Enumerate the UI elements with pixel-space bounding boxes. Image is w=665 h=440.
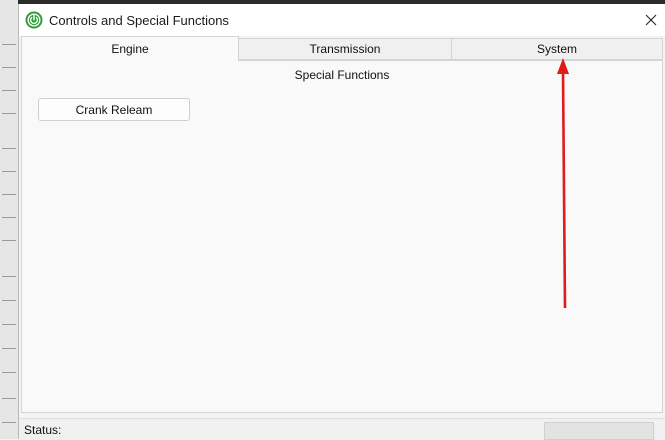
tab-transmission[interactable]: Transmission	[238, 38, 452, 60]
power-icon	[25, 11, 43, 29]
background-tick	[2, 240, 16, 241]
crank-release-button[interactable]: Crank Releam	[38, 98, 190, 121]
controls-window: Controls and Special Functions Engine Tr…	[18, 4, 665, 440]
tab-label: System	[536, 42, 577, 56]
close-icon	[645, 14, 657, 26]
background-app-strip	[0, 0, 19, 439]
tab-bar: Engine Transmission System	[21, 36, 663, 61]
tab-engine[interactable]: Engine	[21, 36, 239, 61]
background-tick	[2, 276, 16, 277]
panel-title: Special Functions	[294, 68, 390, 82]
tab-label: Transmission	[309, 42, 381, 56]
window-title: Controls and Special Functions	[49, 13, 229, 28]
background-tick	[2, 148, 16, 149]
background-tick	[2, 194, 16, 195]
background-tick	[2, 348, 16, 349]
status-bar: Status:	[19, 418, 665, 440]
background-tick	[2, 300, 16, 301]
tab-system[interactable]: System	[451, 38, 663, 60]
background-tick	[2, 372, 16, 373]
status-field	[544, 422, 654, 440]
background-tick	[2, 324, 16, 325]
tab-label: Engine	[111, 42, 149, 56]
background-tick	[2, 398, 16, 399]
status-label: Status:	[24, 423, 62, 437]
background-tick	[2, 67, 16, 68]
background-tick	[2, 171, 16, 172]
title-bar[interactable]: Controls and Special Functions	[19, 4, 665, 36]
special-functions-panel: Special Functions Crank Releam	[21, 60, 663, 413]
background-tick	[2, 44, 16, 45]
background-tick	[2, 90, 16, 91]
close-button[interactable]	[636, 4, 665, 36]
background-tick	[2, 113, 16, 114]
background-tick	[2, 422, 16, 423]
background-tick	[2, 217, 16, 218]
